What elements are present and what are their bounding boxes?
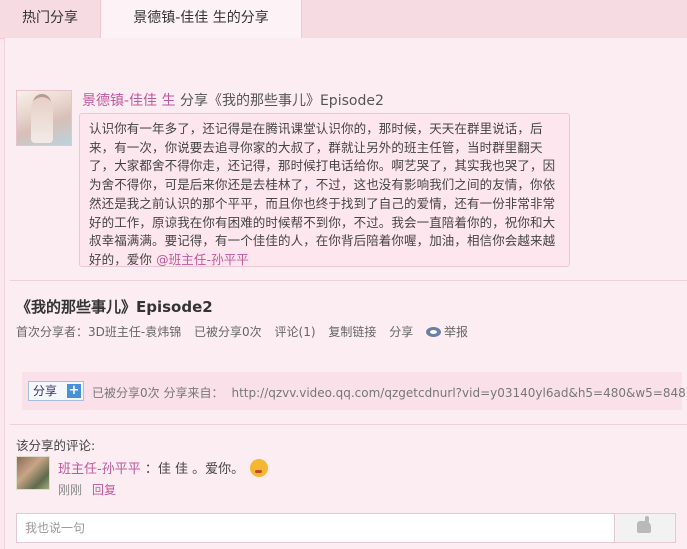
tab-bar: 热门分享 景德镇-佳佳 生的分享 [0, 0, 687, 39]
divider [10, 280, 687, 281]
send-button[interactable] [614, 514, 675, 542]
commenter-avatar[interactable] [16, 456, 50, 490]
shared-count: 已被分享0次 [194, 325, 262, 339]
comment-time: 刚刚 [58, 483, 83, 497]
kiss-emoji-icon [250, 459, 269, 477]
reply-button[interactable]: 回复 [92, 483, 116, 497]
report-label: 举报 [444, 325, 469, 339]
author-name[interactable]: 景德镇-佳佳 生 [82, 93, 176, 109]
share-title: 《我的那些事儿》Episode2 [16, 298, 213, 316]
share-source: 已被分享0次 分享来自： http://qzvv.video.qq.com/qzg… [92, 384, 686, 401]
author-avatar[interactable] [16, 90, 72, 146]
tab-hot-shares[interactable]: 热门分享 [0, 0, 100, 38]
comment-footer: 刚刚 回复 [58, 481, 116, 498]
post-message: 认识你有一年多了，还记得是在腾讯课堂认识你的，那时候，天天在群里说话，后来，有一… [79, 113, 570, 267]
comment-item: 班主任-孙平平 ：佳 佳 。爱你。 [58, 458, 269, 477]
report-button[interactable]: 举报 [426, 325, 477, 339]
divider [10, 424, 687, 425]
share-button[interactable]: 分享 + [28, 381, 84, 401]
share-link[interactable]: 分享 [389, 325, 413, 339]
comment-sep: ： [144, 462, 158, 477]
share-bar: 分享 + 已被分享0次 分享来自： http://qzvv.video.qq.com… [22, 372, 686, 410]
thumb-icon [637, 516, 651, 533]
post-action: 分享《我的那些事儿》Episode2 [175, 93, 384, 109]
comments-header: 该分享的评论: [16, 438, 96, 453]
plus-icon: + [67, 383, 81, 398]
source-label: 分享来自： [163, 386, 224, 400]
comments-link[interactable]: 评论(1) [275, 325, 316, 339]
comment-box [16, 513, 676, 543]
post-header: 景德镇-佳佳 生 分享《我的那些事儿》Episode2 [82, 90, 384, 110]
eye-report-icon [426, 327, 442, 337]
copy-link-button[interactable]: 复制链接 [328, 325, 376, 339]
tab-user-shares[interactable]: 景德镇-佳佳 生的分享 [100, 0, 302, 39]
avatar-figure [31, 97, 53, 143]
share-meta: 首次分享者：3D班主任-袁炜锦 已被分享0次 评论(1) 复制链接 分享 举报 [16, 323, 486, 340]
mention-link[interactable]: @班主任-孙平平 [156, 252, 249, 267]
share-bar-count: 已被分享0次 [92, 386, 160, 400]
share-button-label: 分享 [33, 384, 58, 398]
comment-input[interactable] [17, 514, 623, 542]
source-url[interactable]: http://qzvv.video.qq.com/qzgetcdnurl?vid… [231, 386, 685, 400]
commenter-name[interactable]: 班主任-孙平平 [58, 462, 141, 477]
first-sharer[interactable]: 首次分享者：3D班主任-袁炜锦 [16, 325, 181, 339]
comment-text: 佳 佳 。爱你。 [157, 462, 245, 477]
post-body: 认识你有一年多了，还记得是在腾讯课堂认识你的，那时候，天天在群里说话，后来，有一… [89, 121, 556, 267]
